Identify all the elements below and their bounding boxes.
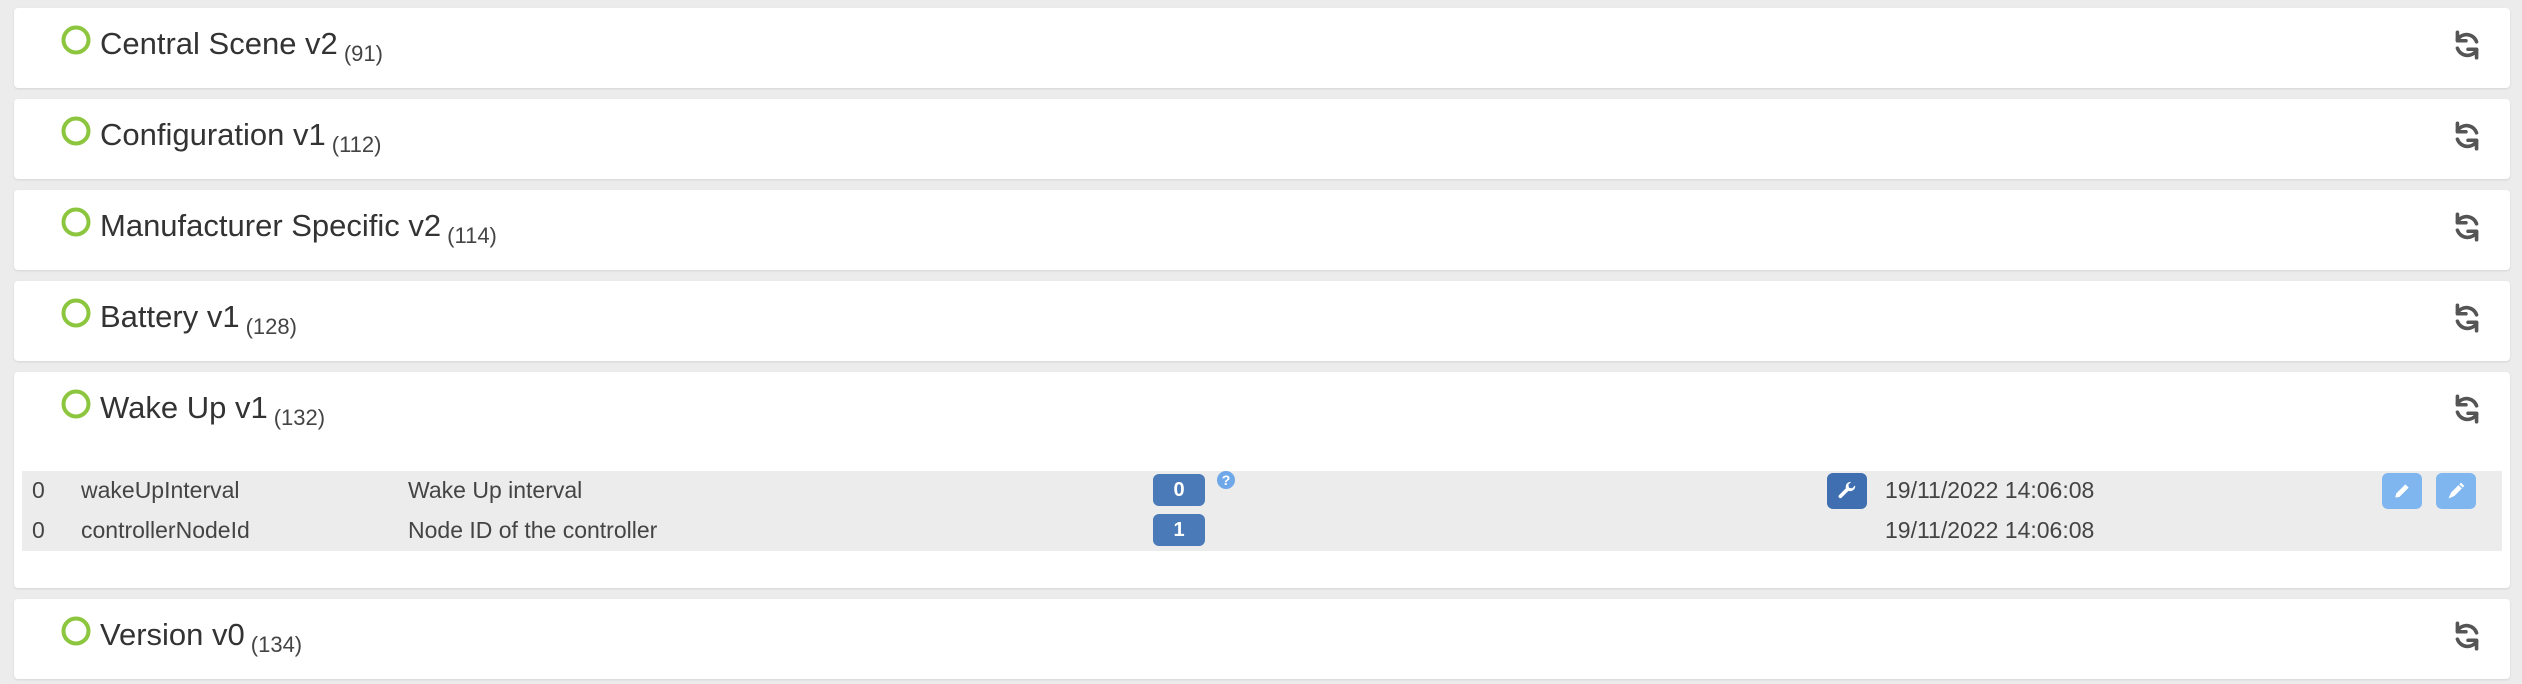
- status-ring-icon: [61, 207, 91, 237]
- refresh-icon[interactable]: [2450, 210, 2484, 244]
- table-row: 0 controllerNodeId Node ID of the contro…: [22, 511, 2502, 551]
- command-class-panel: Manufacturer Specific v2 (114): [14, 190, 2510, 270]
- panel-class-id: (134): [250, 632, 303, 657]
- status-ring-icon: [61, 616, 91, 646]
- table-row: 0 wakeUpInterval Wake Up interval 0 ? 19…: [22, 471, 2502, 511]
- panel-name: Wake Up v1: [100, 390, 268, 425]
- label-cell: Node ID of the controller: [408, 517, 658, 543]
- command-class-panel: Central Scene v2 (91): [14, 8, 2510, 88]
- status-ring-icon: [61, 25, 91, 55]
- command-class-panel: Battery v1 (128): [14, 281, 2510, 361]
- panel-title: Wake Up v1 (132): [100, 388, 325, 431]
- panel-title: Central Scene v2 (91): [100, 24, 383, 67]
- panel-title: Configuration v1 (112): [100, 115, 381, 158]
- refresh-icon[interactable]: [2450, 619, 2484, 653]
- panel-header[interactable]: Version v0 (134): [14, 599, 2510, 681]
- updated-time: 19/11/2022 14:06:08: [1885, 517, 2095, 543]
- instance-cell: 0: [32, 477, 45, 503]
- status-ring-icon: [61, 298, 91, 328]
- panel-class-id: (91): [343, 41, 383, 66]
- panel-title: Manufacturer Specific v2 (114): [100, 206, 497, 249]
- values-table: 0 wakeUpInterval Wake Up interval 0 ? 19…: [22, 471, 2502, 551]
- pen-icon: [2448, 482, 2465, 499]
- panel-class-id: (112): [331, 132, 382, 157]
- refresh-icon[interactable]: [2450, 28, 2484, 62]
- help-icon[interactable]: ?: [1217, 471, 1235, 489]
- command-class-panel: Version v0 (134): [14, 599, 2510, 679]
- key-cell: wakeUpInterval: [81, 477, 240, 503]
- value-badge: 1: [1153, 514, 1205, 546]
- panel-class-id: (132): [273, 405, 326, 430]
- label-cell: Wake Up interval: [408, 477, 583, 503]
- refresh-icon[interactable]: [2450, 119, 2484, 153]
- panel-name: Manufacturer Specific v2: [100, 208, 442, 243]
- panel-name: Battery v1: [100, 299, 240, 334]
- pencil-icon: [2395, 484, 2409, 498]
- panel-name: Configuration v1: [100, 117, 326, 152]
- refresh-icon[interactable]: [2450, 392, 2484, 426]
- panel-header[interactable]: Configuration v1 (112): [14, 99, 2510, 181]
- configure-button[interactable]: [1827, 473, 1867, 509]
- panel-name: Central Scene v2: [100, 26, 338, 61]
- panel-header[interactable]: Manufacturer Specific v2 (114): [14, 190, 2510, 272]
- status-ring-icon: [61, 389, 91, 419]
- panel-header[interactable]: Central Scene v2 (91): [14, 8, 2510, 90]
- panel-header[interactable]: Battery v1 (128): [14, 281, 2510, 363]
- panel-name: Version v0: [100, 617, 245, 652]
- command-class-panel: Wake Up v1 (132) 0 wakeUpInterval Wake Up…: [14, 372, 2510, 588]
- panel-title: Version v0 (134): [100, 615, 302, 658]
- command-class-panel: Configuration v1 (112): [14, 99, 2510, 179]
- panel-class-id: (114): [447, 223, 497, 248]
- panel-header[interactable]: Wake Up v1 (132): [14, 372, 2510, 454]
- status-ring-icon: [61, 116, 91, 146]
- panel-title: Battery v1 (128): [100, 297, 297, 340]
- updated-time: 19/11/2022 14:06:08: [1885, 477, 2095, 503]
- wrench-icon: [1838, 481, 1856, 499]
- instance-cell: 0: [32, 517, 45, 543]
- value-badge: 0: [1153, 474, 1205, 506]
- refresh-icon[interactable]: [2450, 301, 2484, 335]
- edit-button[interactable]: [2382, 473, 2422, 509]
- key-cell: controllerNodeId: [81, 517, 250, 543]
- set-value-button[interactable]: [2436, 473, 2476, 509]
- panel-class-id: (128): [245, 314, 297, 339]
